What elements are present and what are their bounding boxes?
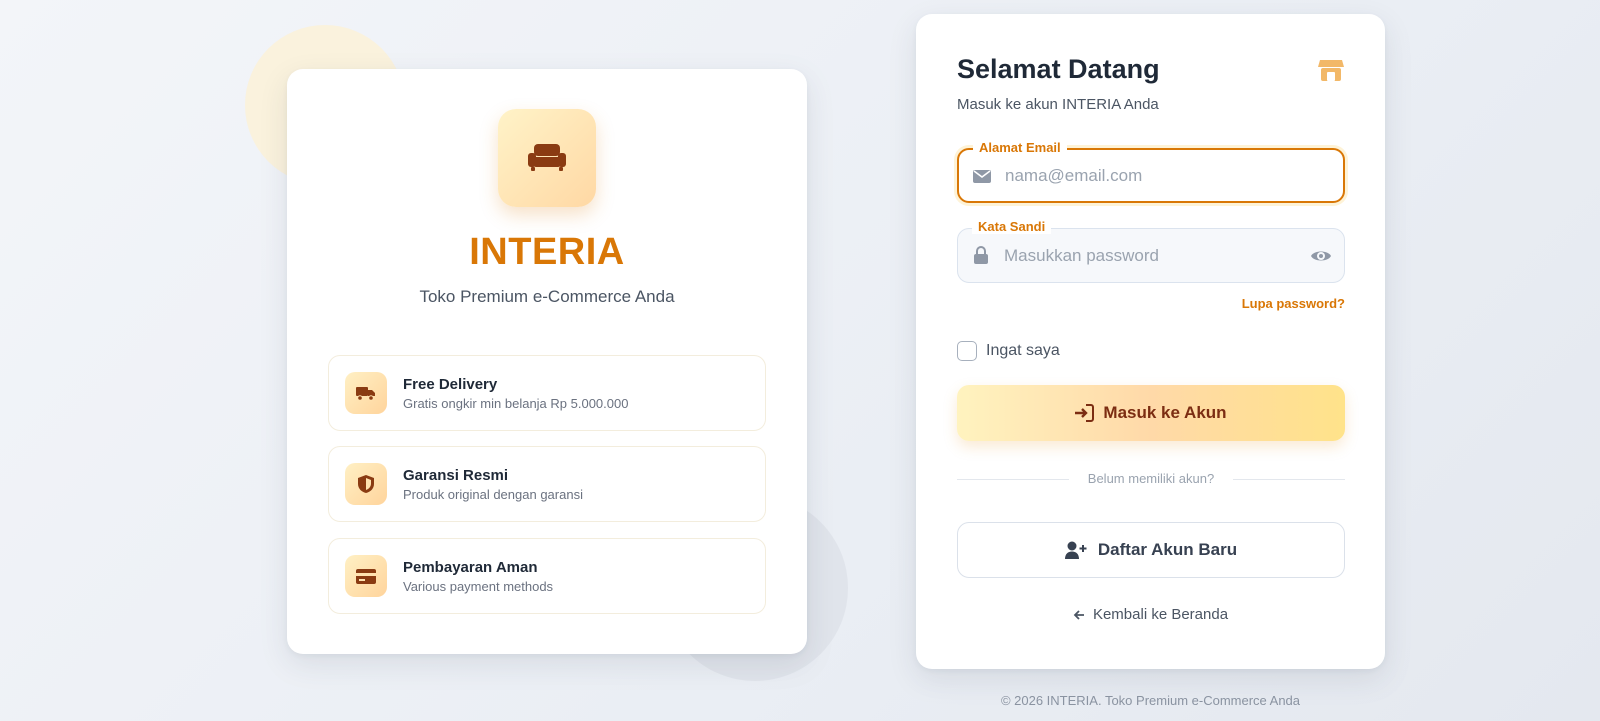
login-subtitle: Masuk ke akun INTERIA Anda	[957, 96, 1159, 113]
back-home-link[interactable]: Kembali ke Beranda	[916, 606, 1385, 623]
login-title: Selamat Datang	[957, 54, 1160, 84]
register-button[interactable]: Daftar Akun Baru	[957, 522, 1345, 578]
feature-free-delivery: Free Delivery Gratis ongkir min belanja …	[328, 355, 766, 431]
email-input[interactable]	[1005, 150, 1305, 201]
divider: Belum memiliki akun?	[957, 471, 1345, 487]
brand-title: INTERIA	[469, 231, 625, 273]
arrow-left-icon	[1073, 609, 1084, 620]
email-field: Alamat Email	[957, 140, 1345, 203]
feature-description: Produk original dengan garansi	[403, 487, 583, 502]
password-field: Kata Sandi	[957, 219, 1345, 283]
feature-title: Pembayaran Aman	[403, 559, 538, 576]
store-icon	[1318, 60, 1344, 81]
login-button-label: Masuk ke Akun	[1103, 403, 1227, 422]
credit-card-icon	[356, 568, 376, 584]
feature-pembayaran-aman: Pembayaran Aman Various payment methods	[328, 538, 766, 614]
eye-icon[interactable]	[1310, 246, 1332, 266]
feature-title: Free Delivery	[403, 376, 498, 393]
login-card: Selamat Datang Masuk ke akun INTERIA And…	[916, 14, 1385, 669]
truck-icon	[356, 387, 375, 401]
feature-garansi-resmi: Garansi Resmi Produk original dengan gar…	[328, 446, 766, 522]
sofa-icon	[528, 144, 566, 171]
shield-icon	[358, 475, 374, 493]
feature-title: Garansi Resmi	[403, 467, 509, 484]
login-button[interactable]: Masuk ke Akun	[957, 385, 1345, 441]
register-button-label: Daftar Akun Baru	[1097, 540, 1238, 559]
envelope-icon	[973, 170, 991, 183]
remember-me[interactable]: Ingat saya	[957, 341, 1060, 361]
remember-me-checkbox[interactable]	[957, 341, 977, 361]
feature-description: Various payment methods	[403, 579, 554, 594]
back-home-label: Kembali ke Beranda	[1092, 606, 1229, 623]
brand-tagline: Toko Premium e-Commerce Anda	[419, 287, 675, 306]
footer-copyright: © 2026 INTERIA. Toko Premium e-Commerce …	[1000, 693, 1301, 708]
feature-description: Gratis ongkir min belanja Rp 5.000.000	[403, 396, 629, 411]
forgot-password-link[interactable]: Lupa password?	[1242, 296, 1345, 311]
lock-icon	[974, 246, 988, 264]
brand-card: INTERIA Toko Premium e-Commerce Anda Fre…	[287, 69, 807, 654]
brand-logo	[498, 109, 596, 207]
user-plus-icon	[1064, 541, 1087, 559]
password-input[interactable]	[1004, 229, 1304, 282]
remember-me-label: Ingat saya	[986, 342, 1060, 359]
sign-in-icon	[1075, 404, 1095, 422]
